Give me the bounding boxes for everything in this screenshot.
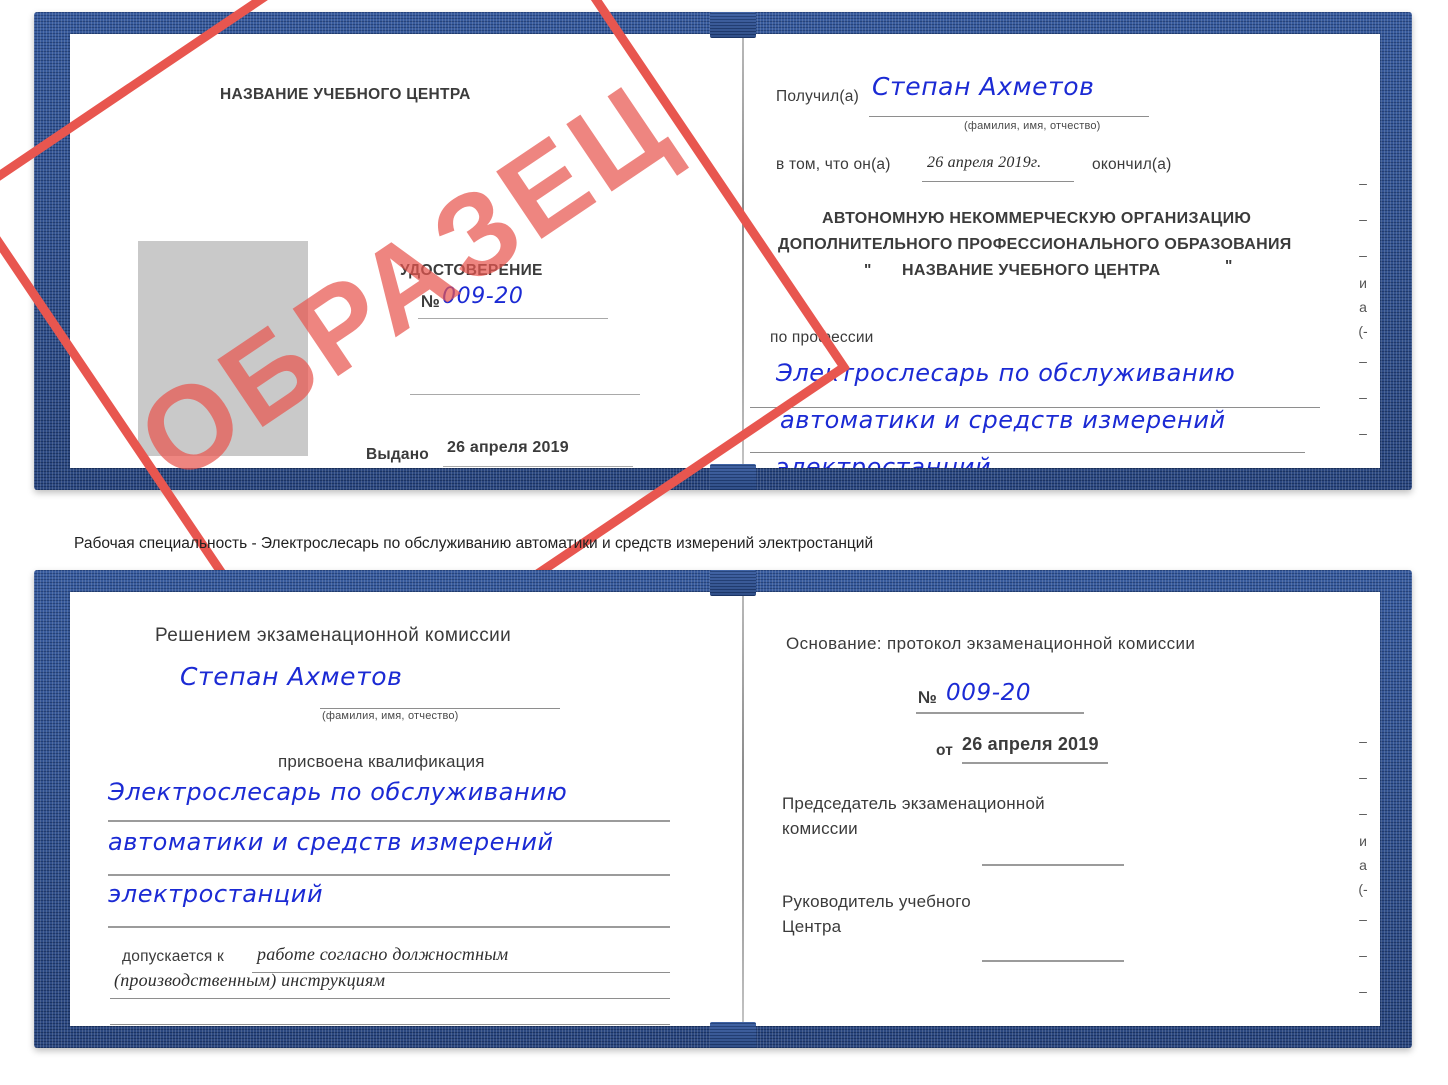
edge-mark: –	[1359, 983, 1367, 999]
admitted-rule-2	[110, 998, 670, 999]
protocol-number-label: №	[918, 688, 938, 707]
graduate-name-value: Степан Ахметов	[180, 662, 403, 691]
book-spine-bottom	[742, 592, 744, 1026]
issued-date-value: 26 апреля 2019	[447, 439, 569, 456]
edge-mark: –	[1359, 247, 1367, 263]
spine-tab-bottom-lower	[710, 1022, 756, 1048]
edge-mark: –	[1352, 1020, 1374, 1026]
hidden-page-edge-marks-top: – – – и а (- – – – –	[1352, 176, 1374, 468]
issued-rule	[443, 466, 633, 467]
chairman-line-2: комиссии	[782, 819, 858, 838]
chairman-line-1: Председатель экзаменационной	[782, 794, 1045, 813]
certificate-pages-top: НАЗВАНИЕ УЧЕБНОГО ЦЕНТРА УДОСТОВЕРЕНИЕ №…	[70, 34, 1380, 468]
hidden-page-edge-marks-bottom: – – – и а (- – – – –	[1352, 734, 1374, 1026]
spine-tab-top-lower	[710, 464, 756, 490]
edge-mark: (-	[1358, 881, 1368, 897]
organization-line-1: АВТОНОМНУЮ НЕКОММЕРЧЕСКУЮ ОРГАНИЗАЦИЮ	[822, 210, 1252, 227]
protocol-number-rule	[916, 712, 1084, 714]
org-quote-close: "	[1225, 258, 1233, 275]
photo-placeholder	[138, 241, 308, 456]
finished-label: окончил(а)	[1092, 156, 1172, 173]
page-top-right: Получил(а) Степан Ахметов (фамилия, имя,…	[750, 34, 1380, 468]
edge-mark: –	[1359, 175, 1367, 191]
chairman-signature-rule	[982, 864, 1124, 866]
qualification-rule-1	[108, 820, 670, 822]
finish-date-value: 26 апреля 2019г.	[927, 154, 1042, 171]
edge-mark: –	[1359, 769, 1367, 785]
number-label: №	[421, 292, 441, 311]
certificate-number-value: 009-20	[442, 284, 524, 309]
profession-label: по профессии	[770, 329, 874, 346]
spine-tab-bottom-upper	[710, 570, 756, 596]
edge-mark: –	[1359, 733, 1367, 749]
spine-tab-top-upper	[710, 12, 756, 38]
document-title: УДОСТОВЕРЕНИЕ	[400, 262, 543, 279]
head-line-2: Центра	[782, 917, 842, 936]
received-label: Получил(а)	[776, 88, 859, 105]
protocol-from-label: от	[936, 742, 954, 759]
edge-mark: –	[1359, 911, 1367, 927]
basis-label: Основание: протокол экзаменационной коми…	[786, 634, 1196, 653]
edge-mark: (-	[1358, 323, 1368, 339]
qualification-line-3: электростанций	[108, 880, 324, 908]
admitted-rule-1	[252, 972, 670, 973]
number-rule	[418, 318, 608, 319]
page-top-left: НАЗВАНИЕ УЧЕБНОГО ЦЕНТРА УДОСТОВЕРЕНИЕ №…	[70, 34, 730, 468]
fio-hint-top: (фамилия, имя, отчество)	[964, 120, 1101, 132]
admitted-line-2: (производственным) инструкциям	[114, 970, 386, 990]
page-bottom-left: Решением экзаменационной комиссии Степан…	[70, 592, 730, 1026]
qualification-line-1: Электрослесарь по обслуживанию	[108, 778, 568, 806]
organization-line-2: ДОПОЛНИТЕЛЬНОГО ПРОФЕССИОНАЛЬНОГО ОБРАЗО…	[778, 236, 1292, 253]
blank-rule-1	[410, 394, 640, 395]
head-line-1: Руководитель учебного	[782, 892, 971, 911]
edge-mark: –	[1359, 389, 1367, 405]
edge-mark: –	[1359, 353, 1367, 369]
received-name-value: Степан Ахметов	[872, 72, 1095, 101]
admitted-label: допускается к	[122, 948, 224, 965]
received-name-rule	[869, 116, 1149, 117]
graduate-name-rule	[320, 708, 560, 709]
page-bottom-right: Основание: протокол экзаменационной коми…	[750, 592, 1380, 1026]
page-caption: Рабочая специальность - Электрослесарь п…	[74, 535, 874, 552]
qualification-rule-2	[108, 874, 670, 876]
edge-mark: –	[1359, 425, 1367, 441]
issued-label: Выдано	[366, 446, 429, 463]
admitted-rule-3	[110, 1024, 670, 1025]
protocol-from-date: 26 апреля 2019	[962, 734, 1099, 754]
edge-mark: и	[1359, 833, 1367, 849]
organization-name: НАЗВАНИЕ УЧЕБНОГО ЦЕНТРА	[902, 262, 1161, 279]
finish-date-rule	[922, 181, 1074, 182]
head-signature-rule	[982, 960, 1124, 962]
training-center-name-heading: НАЗВАНИЕ УЧЕБНОГО ЦЕНТРА	[220, 86, 471, 103]
profession-line-2: автоматики и средств измерений	[780, 406, 1226, 434]
certificate-pages-bottom: Решением экзаменационной комиссии Степан…	[70, 592, 1380, 1026]
in-that-label: в том, что он(а)	[776, 156, 891, 173]
org-quote-open: "	[864, 262, 872, 279]
edge-mark: а	[1359, 299, 1367, 315]
edge-mark: –	[1359, 805, 1367, 821]
protocol-number-value: 009-20	[946, 680, 1032, 706]
qualification-label: присвоена квалификация	[278, 752, 485, 771]
qualification-line-2: автоматики и средств измерений	[108, 828, 554, 856]
commission-decision-heading: Решением экзаменационной комиссии	[155, 625, 512, 646]
certificate-top: НАЗВАНИЕ УЧЕБНОГО ЦЕНТРА УДОСТОВЕРЕНИЕ №…	[34, 12, 1412, 490]
fio-hint-bottom: (фамилия, имя, отчество)	[322, 710, 459, 722]
book-spine-top	[742, 34, 744, 468]
qualification-rule-3	[108, 926, 670, 928]
edge-mark: и	[1359, 275, 1367, 291]
edge-mark: –	[1359, 211, 1367, 227]
protocol-from-rule	[962, 762, 1108, 764]
edge-mark: –	[1359, 947, 1367, 963]
certificate-bottom: Решением экзаменационной комиссии Степан…	[34, 570, 1412, 1048]
admitted-line-1: работе согласно должностным	[257, 944, 509, 964]
edge-mark: –	[1352, 462, 1374, 468]
profession-line-1: Электрослесарь по обслуживанию	[776, 359, 1236, 387]
profession-line-3: электростанций	[776, 453, 992, 468]
edge-mark: а	[1359, 857, 1367, 873]
